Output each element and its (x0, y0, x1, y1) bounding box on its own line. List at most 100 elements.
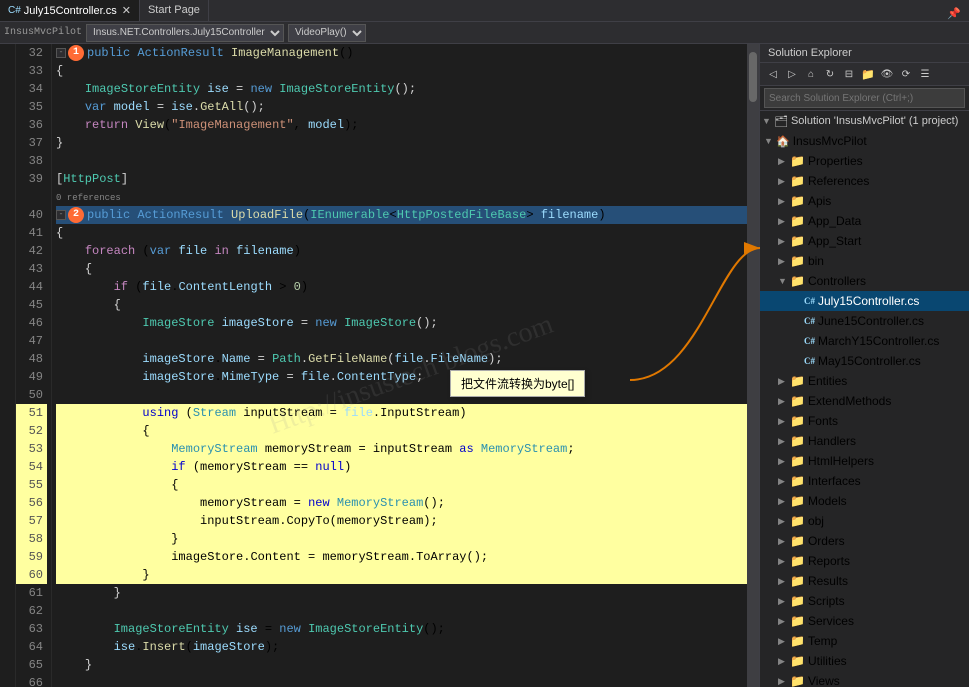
cs-icon: C# (804, 336, 815, 346)
code-text: public ActionResult ImageManagement() (87, 44, 353, 62)
se-sync-btn[interactable]: ↻ (821, 65, 839, 83)
code-text: ImageStore imageStore = new ImageStore()… (56, 314, 438, 332)
tree-item[interactable]: ▶ 📁 Services (760, 611, 969, 631)
tree-collapse-icon[interactable]: ▶ (778, 416, 790, 427)
tree-item[interactable]: ▶ 📁 Models (760, 491, 969, 511)
tree-collapse-icon[interactable]: ▶ (778, 176, 790, 187)
tree-collapse-icon[interactable]: ▶ (778, 596, 790, 607)
tree-item[interactable]: C# June15Controller.cs (760, 311, 969, 331)
tree-item[interactable]: ▶ 📁 ExtendMethods (760, 391, 969, 411)
code-text: [HttpPost] (56, 170, 128, 188)
folder-icon: 📁 (790, 194, 805, 208)
tree-collapse-icon[interactable]: ▶ (778, 576, 790, 587)
se-props-btn[interactable]: ☰ (916, 65, 934, 83)
project-icon: 🏠 (776, 135, 790, 148)
tree-item[interactable]: ▶ 📁 Views (760, 671, 969, 687)
tree-collapse-icon[interactable]: ▶ (778, 236, 790, 247)
vertical-scrollbar[interactable] (747, 44, 759, 687)
folder-icon: 📁 (790, 394, 805, 408)
tree-item[interactable]: C# May15Controller.cs (760, 351, 969, 371)
tree-expand-icon[interactable]: ▼ (778, 276, 790, 286)
folder-icon: 📁 (790, 274, 805, 288)
tree-item[interactable]: ▶ 📁 Temp (760, 631, 969, 651)
code-text: } (56, 134, 63, 152)
tree-collapse-icon[interactable]: ▶ (778, 536, 790, 547)
tree-item[interactable]: ▶ 📁 obj (760, 511, 969, 531)
se-collapse-btn[interactable]: ⊟ (840, 65, 858, 83)
code-text: if (file.ContentLength > 0) (56, 278, 308, 296)
tree-solution[interactable]: ▼ 🗂 Solution 'InsusMvcPilot' (1 project) (760, 111, 969, 131)
tree-collapse-icon[interactable]: ▶ (778, 516, 790, 527)
code-text: ImageStoreEntity ise = new ImageStoreEnt… (56, 80, 416, 98)
scrollbar-thumb[interactable] (749, 52, 757, 102)
tree-item[interactable]: ▼ 🏠 InsusMvcPilot (760, 131, 969, 151)
tree-item[interactable]: ▶ 📁 Orders (760, 531, 969, 551)
tree-item[interactable]: ▶ 📁 Utilities (760, 651, 969, 671)
tab-close-icon[interactable]: ✕ (122, 4, 131, 17)
se-forward-btn[interactable]: ▷ (783, 65, 801, 83)
line-number: 43 (16, 260, 47, 278)
code-content[interactable]: -1public ActionResult ImageManagement(){… (52, 44, 747, 687)
tree-item[interactable]: ▶ 📁 App_Start (760, 231, 969, 251)
tree-item[interactable]: ▶ 📁 Reports (760, 551, 969, 571)
se-home-btn[interactable]: ⌂ (802, 65, 820, 83)
se-showall-btn[interactable]: 👁 (878, 65, 896, 83)
code-text: using (Stream inputStream = file.InputSt… (56, 404, 467, 422)
tree-collapse-icon[interactable]: ▶ (778, 556, 790, 567)
tree-item[interactable]: C# MarchY15Controller.cs (760, 331, 969, 351)
pin-icon[interactable]: 📌 (943, 7, 965, 21)
tree-item[interactable]: ▶ 📁 Entities (760, 371, 969, 391)
tree-collapse-icon[interactable]: ▶ (778, 156, 790, 167)
tree-collapse-icon[interactable]: ▶ (778, 496, 790, 507)
tree-item[interactable]: ▼ 📁 Controllers (760, 271, 969, 291)
tree-collapse-icon[interactable]: ▶ (778, 656, 790, 667)
tree-collapse-icon[interactable]: ▶ (778, 376, 790, 387)
folder-icon: 📁 (790, 474, 805, 488)
tree-item[interactable]: ▶ 📁 Results (760, 571, 969, 591)
tree-item[interactable]: C# July15Controller.cs (760, 291, 969, 311)
line-number: 49 (16, 368, 47, 386)
code-line: { (56, 422, 747, 440)
tree-item[interactable]: ▶ 📁 References (760, 171, 969, 191)
tree-collapse-icon[interactable]: ▶ (778, 676, 790, 687)
tree-item[interactable]: ▶ 📁 Fonts (760, 411, 969, 431)
tree-collapse-icon[interactable]: ▶ (778, 476, 790, 487)
se-refresh-btn[interactable]: ⟳ (897, 65, 915, 83)
tree-collapse-icon[interactable]: ▶ (778, 216, 790, 227)
code-text: imageStore.Name = Path.GetFileName(file.… (56, 350, 503, 368)
se-folder-btn[interactable]: 📁 (859, 65, 877, 83)
tree-collapse-icon[interactable]: ▶ (778, 636, 790, 647)
tree-expand-icon[interactable]: ▼ (764, 136, 776, 146)
tree-collapse-icon[interactable]: ▶ (778, 256, 790, 267)
tree-collapse-icon[interactable]: ▶ (778, 396, 790, 407)
tree-item[interactable]: ▶ 📁 HtmlHelpers (760, 451, 969, 471)
tree-collapse-icon[interactable]: ▶ (778, 616, 790, 627)
folder-icon: 📁 (790, 454, 805, 468)
code-line (56, 602, 747, 620)
code-line: using (Stream inputStream = file.InputSt… (56, 404, 747, 422)
tree-item[interactable]: ▶ 📁 Apis (760, 191, 969, 211)
method-selector[interactable]: VideoPlay() (288, 24, 366, 42)
tree-collapse-icon[interactable]: ▶ (778, 436, 790, 447)
line-number: 60 (16, 566, 47, 584)
tree-item[interactable]: ▶ 📁 Handlers (760, 431, 969, 451)
se-back-btn[interactable]: ◁ (764, 65, 782, 83)
tree-item[interactable]: ▶ 📁 bin (760, 251, 969, 271)
line-number: 47 (16, 332, 47, 350)
code-line (56, 152, 747, 170)
tree-item[interactable]: ▶ 📁 Properties (760, 151, 969, 171)
tree-collapse-icon[interactable]: ▶ (778, 196, 790, 207)
code-text: } (56, 530, 178, 548)
tab-startpage[interactable]: Start Page (140, 0, 209, 21)
class-selector[interactable]: Insus.NET.Controllers.July15Controller (86, 24, 284, 42)
tab-july15controller[interactable]: C# July15Controller.cs ✕ (0, 0, 140, 21)
fold-icon[interactable]: - (56, 48, 66, 58)
tree-item[interactable]: ▶ 📁 App_Data (760, 211, 969, 231)
se-search-input[interactable] (764, 88, 965, 108)
tree-collapse-icon[interactable]: ▶ (778, 456, 790, 467)
line-number: 38 (16, 152, 47, 170)
tree-item[interactable]: ▶ 📁 Scripts (760, 591, 969, 611)
fold-icon[interactable]: - (56, 210, 66, 220)
line-number: 51 (16, 404, 47, 422)
tree-item[interactable]: ▶ 📁 Interfaces (760, 471, 969, 491)
